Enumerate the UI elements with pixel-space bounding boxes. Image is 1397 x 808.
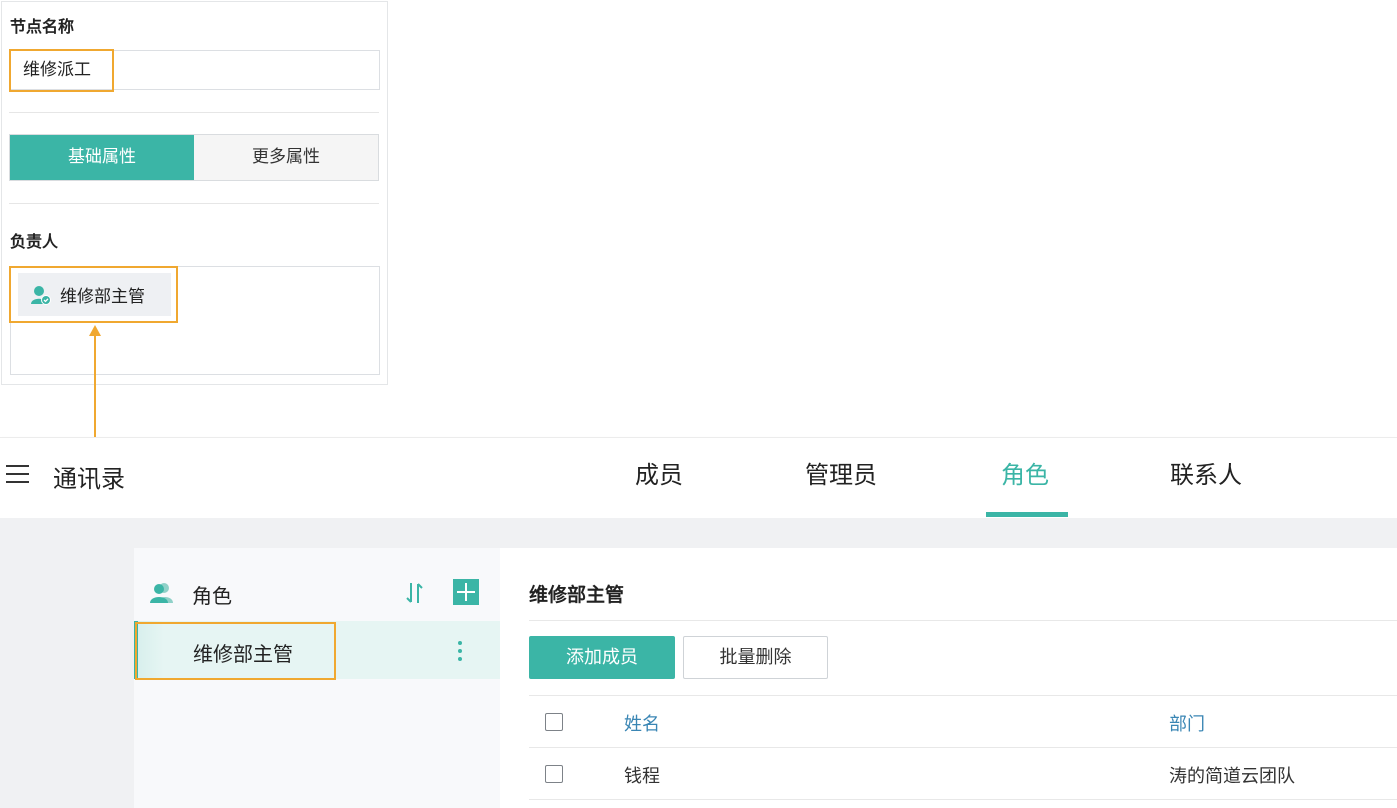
hamburger-menu-icon[interactable] (6, 463, 30, 485)
sidebar-item-label: 维修部主管 (193, 642, 293, 666)
divider (529, 695, 1397, 696)
owner-chip[interactable]: 维修部主管 (18, 273, 171, 316)
member-department: 涛的简道云团队 (1169, 766, 1295, 787)
owner-label: 负责人 (10, 232, 59, 251)
tab-contacts[interactable]: 联系人 (1170, 455, 1242, 490)
role-user-icon (30, 284, 52, 306)
more-options-icon[interactable] (456, 639, 464, 663)
row-checkbox[interactable] (545, 765, 563, 783)
active-tab-indicator (986, 512, 1068, 517)
divider (9, 112, 379, 113)
app-title: 通讯录 (53, 465, 125, 493)
divider (9, 203, 379, 204)
sidebar-item-role[interactable] (134, 621, 500, 679)
divider (529, 620, 1397, 621)
add-member-button[interactable]: 添加成员 (529, 636, 675, 679)
plus-icon (457, 583, 475, 601)
sort-icon[interactable] (405, 580, 425, 606)
property-tabs: 基础属性 更多属性 (9, 134, 379, 181)
node-name-input[interactable]: 维修派工 (10, 50, 380, 90)
batch-delete-button[interactable]: 批量删除 (683, 636, 828, 679)
selected-indicator (134, 621, 138, 679)
member-name: 钱程 (624, 766, 660, 787)
divider (529, 799, 1397, 800)
tab-admins[interactable]: 管理员 (805, 455, 877, 490)
column-header-name[interactable]: 姓名 (624, 710, 660, 736)
tab-members[interactable]: 成员 (635, 455, 683, 490)
add-role-button[interactable] (453, 579, 479, 605)
divider (529, 747, 1397, 748)
select-all-checkbox[interactable] (545, 713, 563, 731)
role-detail-title: 维修部主管 (529, 584, 625, 606)
roles-header-label: 角色 (192, 584, 232, 608)
tab-roles[interactable]: 角色 (1001, 455, 1049, 490)
node-name-label: 节点名称 (10, 17, 75, 36)
owner-chip-label: 维修部主管 (60, 287, 145, 307)
tab-more-properties[interactable]: 更多属性 (194, 135, 378, 180)
column-header-department[interactable]: 部门 (1169, 710, 1205, 736)
roles-icon (149, 581, 175, 605)
tab-basic-properties[interactable]: 基础属性 (10, 135, 194, 180)
connector-arrow-icon (89, 325, 101, 336)
